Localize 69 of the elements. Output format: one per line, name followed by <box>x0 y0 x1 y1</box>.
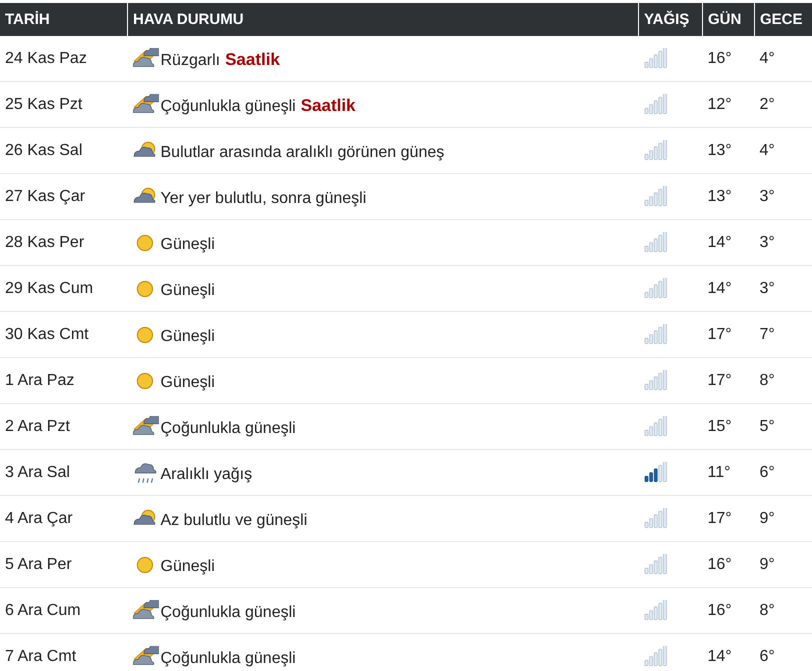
date-cell: 1 Ara Paz <box>0 358 128 404</box>
sun-cloud-icon <box>132 646 158 668</box>
date-cell: 28 Kas Per <box>0 220 128 266</box>
column-header: TARİH <box>0 3 128 36</box>
date-cell: 4 Ara Çar <box>0 496 128 542</box>
sun-cloud-icon <box>132 94 158 116</box>
night-temperature: 5° <box>754 404 812 450</box>
weather-condition: Çoğunlukla güneşli <box>160 420 296 438</box>
date-cell: 6 Ara Cum <box>0 588 128 634</box>
weather-condition: Aralıklı yağış <box>160 466 252 484</box>
night-temperature: 4° <box>754 128 812 174</box>
weather-condition: Çoğunlukla güneşli <box>160 650 296 668</box>
day-temperature: 16° <box>702 588 754 634</box>
day-temperature: 16° <box>702 36 754 82</box>
night-temperature: 3° <box>754 220 812 266</box>
day-temperature: 16° <box>702 542 754 588</box>
night-temperature: 3° <box>754 266 812 312</box>
day-temperature: 17° <box>702 312 754 358</box>
day-temperature: 12° <box>702 82 754 128</box>
weather-condition: Rüzgarlı <box>160 52 220 70</box>
weather-condition: Güneşli <box>160 282 215 300</box>
date-cell: 27 Kas Çar <box>0 174 128 220</box>
sun-cloud-icon <box>132 600 158 622</box>
day-temperature: 15° <box>702 404 754 450</box>
night-temperature: 6° <box>754 634 812 671</box>
weather-condition: Çoğunlukla güneşli <box>160 604 296 622</box>
column-header: GÜN <box>702 3 754 36</box>
day-temperature: 14° <box>702 266 754 312</box>
date-cell: 24 Kas Paz <box>0 36 128 82</box>
date-cell: 7 Ara Cmt <box>0 634 128 671</box>
date-cell: 2 Ara Pzt <box>0 404 128 450</box>
weather-condition: Yer yer bulutlu, sonra güneşli <box>160 190 366 208</box>
date-cell: 25 Kas Pzt <box>0 82 128 128</box>
night-temperature: 7° <box>754 312 812 358</box>
column-header: HAVA DURUMU <box>128 3 638 36</box>
day-temperature: 13° <box>702 174 754 220</box>
day-temperature: 17° <box>702 496 754 542</box>
night-temperature: 2° <box>754 82 812 128</box>
date-cell: 3 Ara Sal <box>0 450 128 496</box>
night-temperature: 9° <box>754 542 812 588</box>
night-temperature: 8° <box>754 588 812 634</box>
date-cell: 29 Kas Cum <box>0 266 128 312</box>
night-temperature: 9° <box>754 496 812 542</box>
rain-cloud-icon <box>132 462 158 484</box>
date-cell: 30 Kas Cmt <box>0 312 128 358</box>
night-temperature: 3° <box>754 174 812 220</box>
sun-cloud-icon <box>132 48 158 70</box>
weather-condition: Az bulutlu ve güneşli <box>160 512 308 530</box>
column-header: GECE <box>754 3 812 36</box>
sun-cloud-icon <box>132 416 158 438</box>
day-temperature: 14° <box>702 634 754 671</box>
hourly-link[interactable]: Saatlik <box>225 50 280 70</box>
day-temperature: 11° <box>702 450 754 496</box>
weather-condition: Güneşli <box>160 328 215 346</box>
weather-condition: Bulutlar arasında aralıklı görünen güneş <box>160 144 444 162</box>
night-temperature: 8° <box>754 358 812 404</box>
weather-condition: Güneşli <box>160 236 215 254</box>
date-cell: 5 Ara Per <box>0 542 128 588</box>
night-temperature: 4° <box>754 36 812 82</box>
date-cell: 26 Kas Sal <box>0 128 128 174</box>
hourly-link[interactable]: Saatlik <box>300 96 356 116</box>
weather-condition: Çoğunlukla güneşli <box>160 98 296 116</box>
day-temperature: 14° <box>702 220 754 266</box>
weather-condition: Güneşli <box>160 558 215 576</box>
column-header: YAĞIŞ <box>638 3 702 36</box>
day-temperature: 13° <box>702 128 754 174</box>
night-temperature: 6° <box>754 450 812 496</box>
day-temperature: 17° <box>702 358 754 404</box>
weather-condition: Güneşli <box>160 374 215 392</box>
